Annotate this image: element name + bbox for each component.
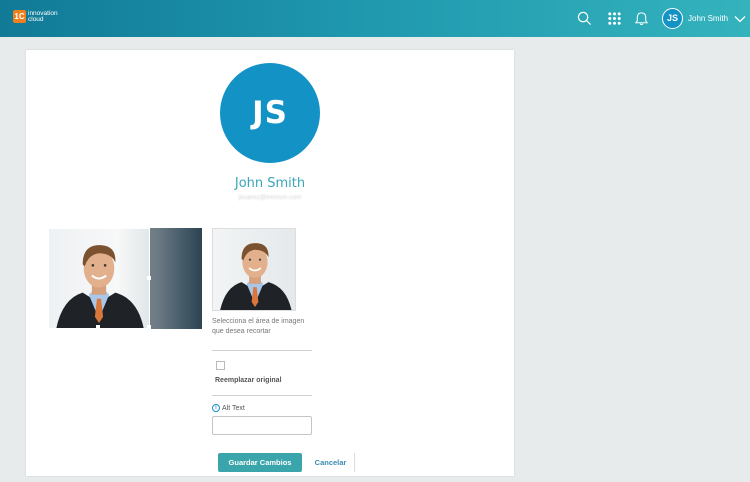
apps-grid-icon[interactable]: [607, 11, 622, 26]
alt-text-input[interactable]: [212, 416, 312, 435]
alt-text-label: Alt Text: [222, 404, 245, 412]
brand-logo-mark: 1C: [13, 10, 26, 23]
brand-logo-text: innovation cloud: [28, 10, 58, 23]
crop-dimmed-region: [150, 228, 202, 329]
info-icon: i: [212, 404, 220, 412]
user-menu[interactable]: JS John Smith: [662, 8, 746, 29]
brand-logo-line2: cloud: [28, 15, 44, 23]
chevron-down-icon[interactable]: [734, 15, 746, 23]
divider: [212, 350, 312, 351]
save-changes-button[interactable]: Guardar Cambios: [218, 453, 302, 472]
crop-handle-bottom-right[interactable]: [147, 325, 151, 329]
crop-selection-box[interactable]: [48, 228, 150, 329]
crop-preview: [212, 228, 296, 311]
bell-icon[interactable]: [634, 11, 649, 26]
profile-photo-editor-card: JS John Smith jsuarez@innosm.com Selecci…: [26, 50, 514, 476]
brand-logo[interactable]: 1C innovation cloud: [13, 10, 58, 23]
divider: [212, 395, 312, 396]
profile-email: jsuarez@innosm.com: [238, 194, 302, 201]
crop-handle-right[interactable]: [147, 276, 151, 280]
crop-hint-text: Selecciona el área de imagen que desea r…: [212, 318, 305, 335]
user-avatar: JS: [662, 8, 683, 29]
image-crop-area[interactable]: [48, 228, 202, 329]
preview-photo: [218, 242, 293, 310]
top-navigation-bar: 1C innovation cloud JS John Smith: [0, 0, 750, 37]
replace-original-label: Reemplazar original: [215, 377, 282, 384]
user-name: John Smith: [688, 14, 729, 23]
search-icon[interactable]: [577, 11, 592, 26]
cancel-button[interactable]: Cancelar: [307, 453, 355, 472]
crop-handle-bottom[interactable]: [96, 325, 100, 329]
profile-avatar: JS: [220, 63, 320, 163]
replace-original-checkbox[interactable]: [216, 361, 225, 370]
profile-name: John Smith: [234, 176, 306, 191]
alt-text-label-row: i Alt Text: [212, 404, 245, 412]
